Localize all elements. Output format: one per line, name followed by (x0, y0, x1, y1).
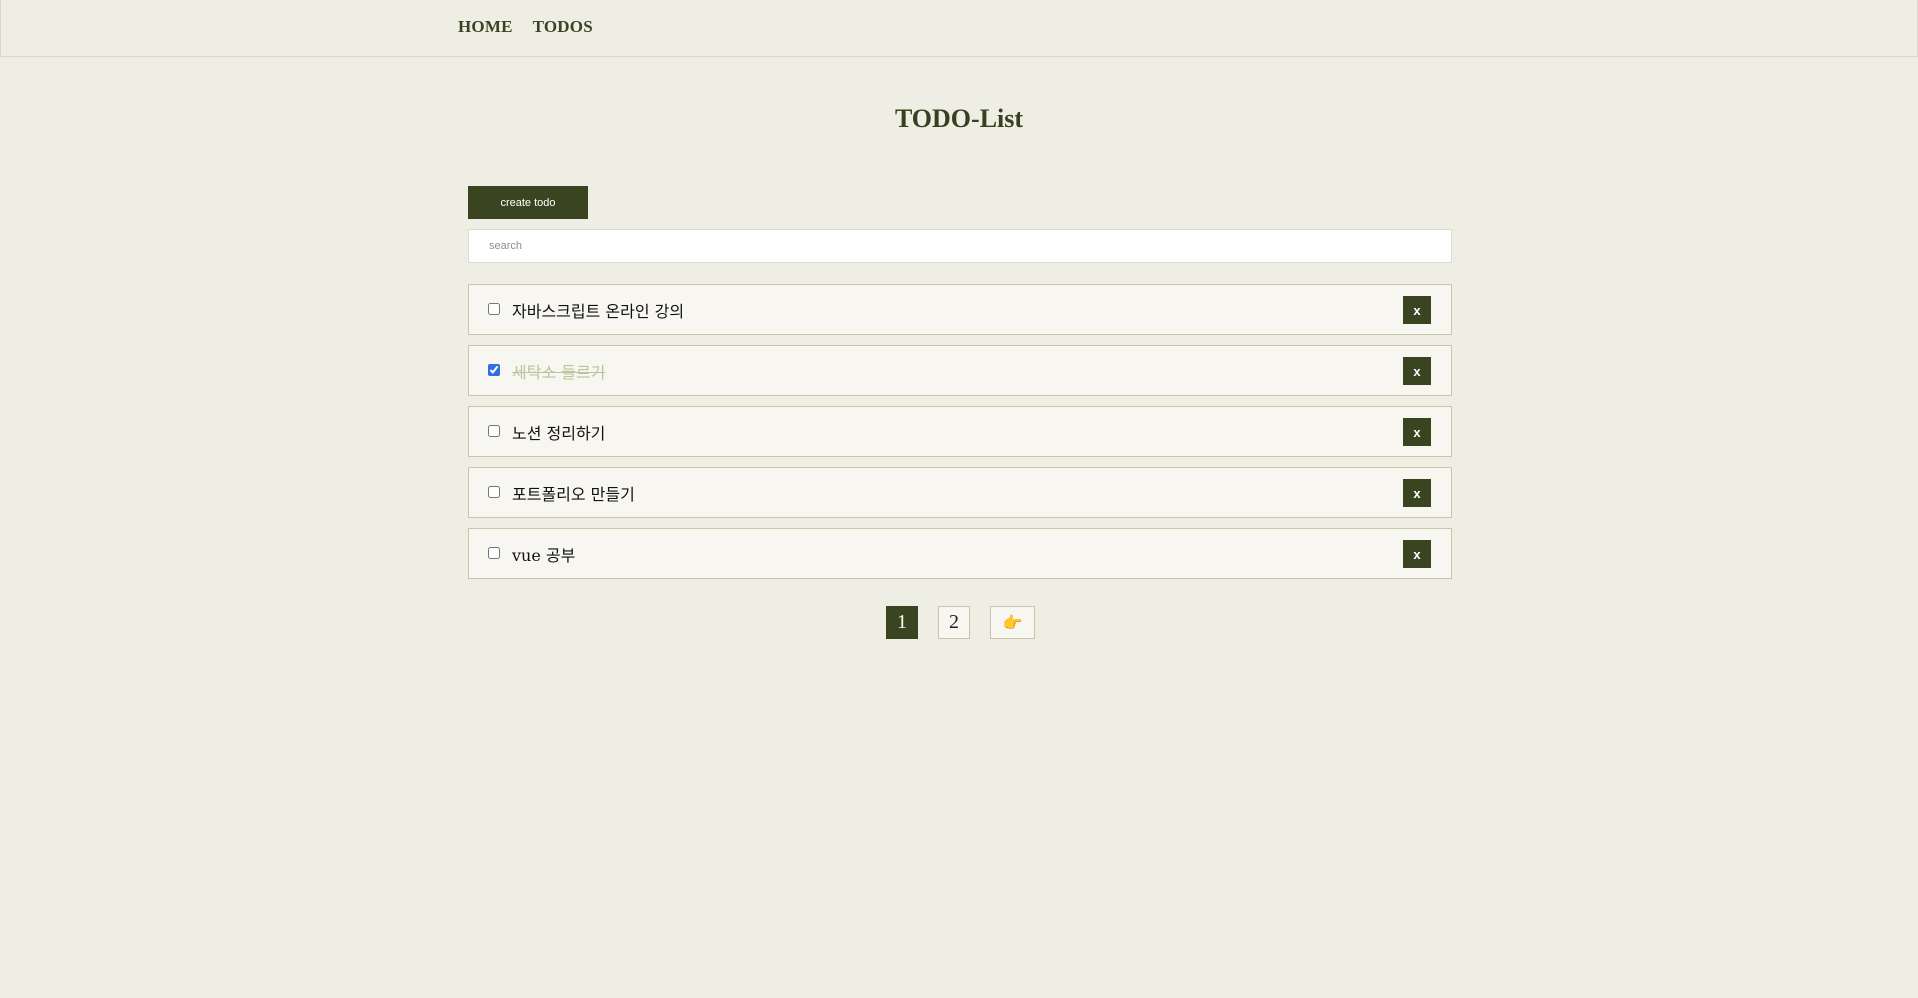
todo-checkbox[interactable] (488, 303, 500, 315)
todo-text: vue 공부 (512, 546, 576, 565)
todo-checkbox[interactable] (488, 486, 500, 498)
todo-text: 자바스크립트 온라인 강의 (512, 302, 685, 321)
top-nav-bar: HOME TODOS (0, 0, 1918, 57)
delete-todo-button[interactable]: x (1403, 418, 1431, 446)
todo-list: 자바스크립트 온라인 강의 x 세탁소 들르기 x 노션 정리하기 x 포트폴리… (468, 284, 1452, 589)
todo-checkbox[interactable] (488, 425, 500, 437)
todo-item: 노션 정리하기 x (468, 406, 1452, 457)
todo-item: 세탁소 들르기 x (468, 345, 1452, 396)
main-nav: HOME TODOS (458, 17, 593, 37)
page-title: TODO-List (894, 104, 1024, 133)
search-input[interactable] (468, 229, 1452, 263)
delete-todo-button[interactable]: x (1403, 357, 1431, 385)
nav-home-link[interactable]: HOME (458, 17, 513, 37)
nav-todos-link[interactable]: TODOS (533, 17, 593, 37)
delete-todo-button[interactable]: x (1403, 479, 1431, 507)
todo-checkbox[interactable] (488, 364, 500, 376)
delete-todo-button[interactable]: x (1403, 540, 1431, 568)
todo-item: vue 공부 x (468, 528, 1452, 579)
delete-todo-button[interactable]: x (1403, 296, 1431, 324)
create-todo-button[interactable]: create todo (468, 186, 588, 219)
page-button-2[interactable]: 2 (938, 606, 970, 639)
todo-text: 세탁소 들르기 (512, 363, 606, 382)
todo-text: 포트폴리오 만들기 (512, 485, 635, 504)
next-page-button[interactable]: 👉 (990, 606, 1035, 639)
page-button-1[interactable]: 1 (886, 606, 918, 639)
todo-text: 노션 정리하기 (512, 424, 606, 443)
pointing-hand-icon: 👉 (1002, 613, 1023, 632)
todo-item: 포트폴리오 만들기 x (468, 467, 1452, 518)
todo-item: 자바스크립트 온라인 강의 x (468, 284, 1452, 335)
pagination: 1 2 👉 (0, 606, 1918, 639)
todo-checkbox[interactable] (488, 547, 500, 559)
